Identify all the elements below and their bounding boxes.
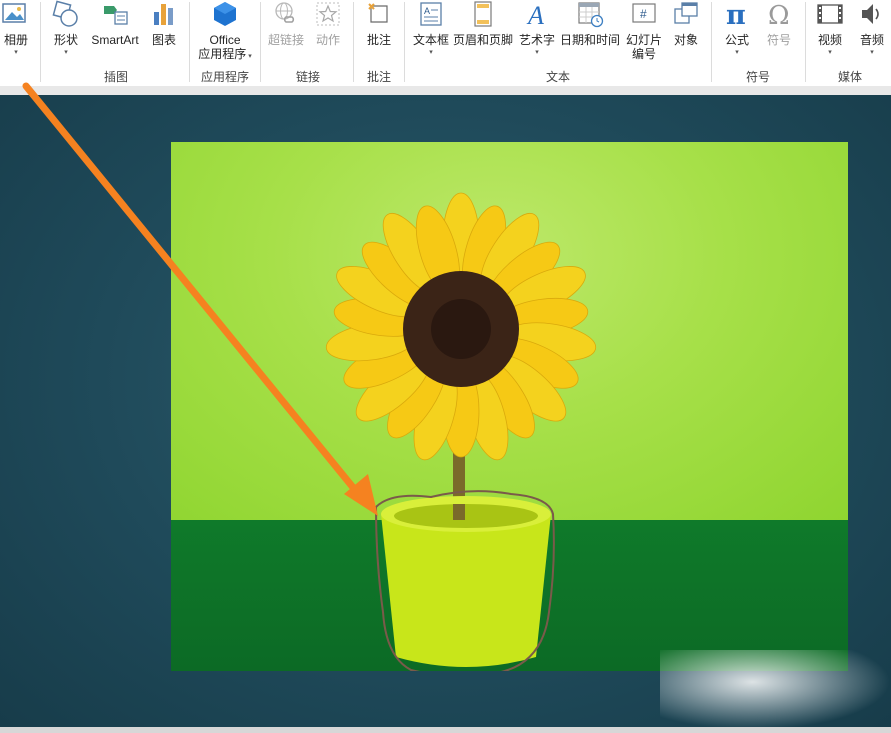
album-button[interactable]: 相册 ▾	[0, 0, 32, 66]
svg-text:#: #	[640, 7, 647, 21]
hyperlink-button[interactable]: 超链接	[264, 0, 308, 66]
comment-button[interactable]: 批注	[358, 0, 400, 66]
office-apps-label-line2: 应用程序 ▾	[198, 47, 252, 61]
album-dropdown-arrow[interactable]: ▾	[0, 49, 32, 57]
svg-text:A: A	[424, 6, 430, 16]
action-button[interactable]: 动作	[310, 0, 346, 66]
office-apps-button[interactable]: Office 应用程序 ▾	[192, 0, 258, 66]
datetime-button[interactable]: 日期和时间	[558, 0, 622, 66]
group-label-symbols: 符号	[745, 70, 770, 84]
separator	[711, 2, 712, 82]
separator	[404, 2, 405, 82]
wordart-dropdown-arrow[interactable]: ▾	[517, 49, 557, 57]
chart-button[interactable]: 图表	[146, 0, 182, 66]
svg-text:π: π	[726, 0, 746, 28]
action-star-icon	[316, 2, 340, 26]
datetime-label: 日期和时间	[559, 33, 620, 47]
video-dropdown-arrow[interactable]: ▾	[810, 49, 850, 57]
header-footer-label: 页眉和页脚	[452, 33, 513, 47]
shapes-dropdown-arrow[interactable]: ▾	[46, 49, 86, 57]
pi-icon: π	[726, 0, 746, 28]
svg-text:A: A	[526, 1, 544, 28]
hyperlink-label: 超链接	[267, 33, 304, 47]
object-button[interactable]: 对象	[667, 0, 705, 66]
separator	[260, 2, 261, 82]
shapes-button[interactable]: 形状 ▾	[46, 0, 86, 66]
separator	[805, 2, 806, 82]
equation-button[interactable]: π 公式 ▾	[718, 0, 756, 66]
smartart-button[interactable]: SmartArt	[88, 0, 142, 66]
sunflower-center-inner	[431, 299, 491, 359]
status-bar-edge	[0, 727, 891, 733]
textbox-button[interactable]: A 文本框 ▾	[408, 0, 454, 66]
stem-base	[453, 504, 465, 520]
calendar-clock-icon	[578, 2, 604, 28]
bar-chart-icon	[154, 4, 173, 25]
separator	[353, 2, 354, 82]
chart-label: 图表	[151, 33, 176, 47]
object-icon	[674, 2, 698, 24]
slide-number-button[interactable]: # 幻灯片 编号	[623, 0, 665, 66]
comment-icon	[368, 3, 388, 23]
slide-number-icon: #	[632, 3, 656, 23]
flower-pot-inside	[394, 504, 538, 528]
wordart-label: 艺术字	[518, 33, 555, 47]
smartart-icon	[104, 6, 128, 25]
slide-picture[interactable]	[171, 142, 848, 671]
audio-label: 音频	[859, 33, 884, 47]
ribbon-insert-tab: 相册 ▾ 形状 ▾ SmartArt 图表 Office 应用程序 ▾ 超链接 …	[0, 0, 891, 87]
audio-dropdown-arrow[interactable]: ▾	[853, 49, 891, 57]
film-icon	[817, 4, 843, 24]
textbox-icon: A	[420, 2, 442, 26]
wordart-button[interactable]: A 艺术字 ▾	[517, 0, 557, 66]
svg-text:Ω: Ω	[768, 1, 790, 28]
symbol-button[interactable]: Ω 符号	[760, 0, 798, 66]
equation-dropdown-arrow[interactable]: ▾	[718, 49, 756, 57]
office-apps-dropdown-arrow[interactable]: ▾	[248, 53, 252, 60]
equation-label: 公式	[724, 33, 749, 47]
office-apps-label-line1: Office	[209, 33, 241, 47]
separator	[189, 2, 190, 82]
comment-label: 批注	[366, 33, 391, 47]
group-label-media: 媒体	[837, 70, 862, 84]
group-label-text: 文本	[545, 70, 570, 84]
audio-button[interactable]: 音频 ▾	[853, 0, 891, 66]
object-label: 对象	[673, 33, 698, 47]
watermark-glow	[660, 650, 891, 730]
hyperlink-icon	[275, 2, 295, 23]
group-label-links: 链接	[295, 70, 320, 84]
header-footer-icon	[474, 1, 492, 27]
group-label-illustrations: 插图	[103, 70, 128, 84]
office-store-icon	[214, 2, 236, 26]
shapes-label: 形状	[53, 33, 78, 47]
textbox-label: 文本框	[412, 33, 449, 47]
separator	[40, 2, 41, 82]
slide-number-label-line2: 编号	[631, 47, 656, 61]
symbol-label: 符号	[766, 33, 791, 47]
textbox-dropdown-arrow[interactable]: ▾	[408, 49, 454, 57]
photo-album-icon	[2, 3, 26, 23]
speaker-icon	[862, 4, 879, 24]
sunflower-illustration	[325, 192, 597, 671]
group-label-comments: 批注	[366, 70, 391, 84]
slide-number-label-line1: 幻灯片	[625, 33, 662, 47]
action-label: 动作	[315, 33, 340, 47]
omega-icon: Ω	[768, 1, 790, 28]
wordart-icon: A	[526, 1, 544, 28]
smartart-label: SmartArt	[91, 33, 139, 47]
header-footer-button[interactable]: 页眉和页脚	[452, 0, 514, 66]
video-label: 视频	[817, 33, 842, 47]
shapes-icon	[52, 0, 78, 27]
video-button[interactable]: 视频 ▾	[810, 0, 850, 66]
group-label-apps: 应用程序	[200, 70, 249, 84]
album-label: 相册	[3, 33, 28, 47]
